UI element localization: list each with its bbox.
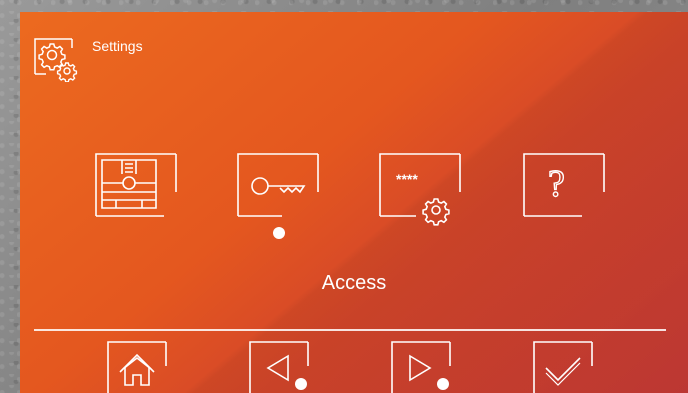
settings-gear-icon[interactable] bbox=[32, 36, 80, 82]
selected-item-label: Access bbox=[321, 272, 387, 294]
check-icon[interactable] bbox=[532, 340, 594, 393]
key-icon[interactable] bbox=[236, 152, 320, 218]
password-mask-text: **** bbox=[396, 171, 418, 187]
divider bbox=[34, 329, 666, 331]
header: Settings bbox=[32, 36, 143, 82]
question-mark-glyph: ? bbox=[548, 163, 565, 205]
device-screen: Settings **** ? Access bbox=[20, 12, 688, 393]
home-icon[interactable] bbox=[106, 340, 168, 393]
help-icon[interactable]: ? bbox=[522, 152, 606, 218]
left-arrow-indicator-dot bbox=[295, 378, 307, 390]
video-intercom-icon[interactable] bbox=[94, 152, 178, 218]
page-title: Settings bbox=[92, 38, 143, 54]
selection-indicator-dot bbox=[273, 227, 285, 239]
right-arrow-indicator-dot bbox=[437, 378, 449, 390]
password-icon[interactable]: **** bbox=[378, 152, 462, 228]
